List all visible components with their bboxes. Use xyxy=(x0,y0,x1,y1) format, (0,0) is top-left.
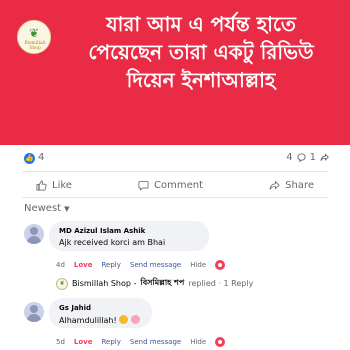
engagement-counts: 4 1 xyxy=(286,152,329,163)
like-button[interactable]: Like xyxy=(22,174,86,196)
post-image-banner[interactable]: ❦ Bismillah Shop যারা আম এ পর্যন্ত হাতে … xyxy=(0,0,350,145)
share-icon xyxy=(269,180,280,190)
comment-text: Alhamdulillah! xyxy=(59,316,117,325)
shop-avatar: ❦ xyxy=(56,277,68,290)
comment-button[interactable]: Comment xyxy=(124,174,217,196)
divider xyxy=(22,171,328,172)
comment-count[interactable]: 4 xyxy=(286,152,292,163)
banner-line-2: পেয়েছেন তারা একটু রিভিউ xyxy=(88,40,314,64)
send-message-button[interactable]: Send message xyxy=(130,261,181,269)
shop-logo-text: Bismillah Shop xyxy=(24,41,46,51)
reply-summary[interactable]: ❦ Bismillah Shop - বিসমিল্লাহ শপ replied… xyxy=(56,277,253,290)
reaction-circle-icon[interactable] xyxy=(215,260,226,270)
commenter-name[interactable]: Gs Jahid xyxy=(59,304,142,312)
reply-button[interactable]: Reply xyxy=(102,261,121,269)
divider xyxy=(22,197,328,198)
comment-text-row: Alhamdulillah! xyxy=(59,315,142,325)
share-count[interactable]: 1 xyxy=(310,152,316,163)
banner-text: যারা আম এ পর্যন্ত হাতে পেয়েছেন তারা একট… xyxy=(55,10,347,94)
banner-line-1: যারা আম এ পর্যন্ত হাতে xyxy=(106,12,296,36)
hide-button[interactable]: Hide xyxy=(190,261,206,269)
post-stats: 👍 4 4 1 xyxy=(0,148,350,170)
comment-time[interactable]: 4d xyxy=(56,261,65,269)
post-actions: Like Comment Share xyxy=(22,174,328,196)
avatar[interactable] xyxy=(24,302,44,322)
reaction-circle-icon[interactable] xyxy=(215,337,226,347)
like-label: Like xyxy=(52,179,72,191)
reply-button[interactable]: Reply xyxy=(102,338,121,346)
reply-author-bn: বিসমিল্লাহ শপ xyxy=(140,278,185,287)
avatar[interactable] xyxy=(24,224,44,244)
comment-text: Ajk received korci am Bhai xyxy=(59,238,166,247)
comment-icon xyxy=(138,180,149,191)
love-button[interactable]: Love xyxy=(74,338,93,346)
smile-emoji-icon xyxy=(119,315,129,324)
share-label: Share xyxy=(285,179,314,191)
sort-label: Newest xyxy=(24,203,62,214)
thumbs-up-icon xyxy=(36,180,47,190)
reaction-count[interactable]: 4 xyxy=(38,152,44,163)
reply-author: Bismillah Shop - xyxy=(72,279,137,288)
comment-meta: 4d Love Reply Send message Hide xyxy=(56,260,226,270)
comment-count-icon xyxy=(297,153,306,162)
commenter-name[interactable]: MD Azizul Islam Ashik xyxy=(59,227,199,235)
like-reaction-icon[interactable]: 👍 xyxy=(24,153,35,164)
share-count-icon xyxy=(320,153,329,161)
mango-leaf-icon: ❦ xyxy=(29,26,40,40)
caret-down-icon: ▼ xyxy=(64,205,70,213)
send-message-button[interactable]: Send message xyxy=(130,338,181,346)
comment-meta: 5d Love Reply Send message Hide xyxy=(56,337,226,347)
heart-emoji-icon xyxy=(130,315,140,324)
comment-bubble: MD Azizul Islam Ashik Ajk received korci… xyxy=(49,221,209,251)
love-button[interactable]: Love xyxy=(74,261,93,269)
hide-button[interactable]: Hide xyxy=(190,338,206,346)
comment-label: Comment xyxy=(154,179,204,191)
reply-count-text: replied · 1 Reply xyxy=(188,279,254,288)
comment-bubble: Gs Jahid Alhamdulillah! xyxy=(49,298,152,328)
shop-logo: ❦ Bismillah Shop xyxy=(17,20,51,54)
share-button[interactable]: Share xyxy=(255,174,328,196)
banner-line-3: দিয়েন ইনশাআল্লাহ xyxy=(126,68,276,92)
comment-time[interactable]: 5d xyxy=(56,338,65,346)
comment-sort-dropdown[interactable]: Newest ▼ xyxy=(24,203,70,214)
